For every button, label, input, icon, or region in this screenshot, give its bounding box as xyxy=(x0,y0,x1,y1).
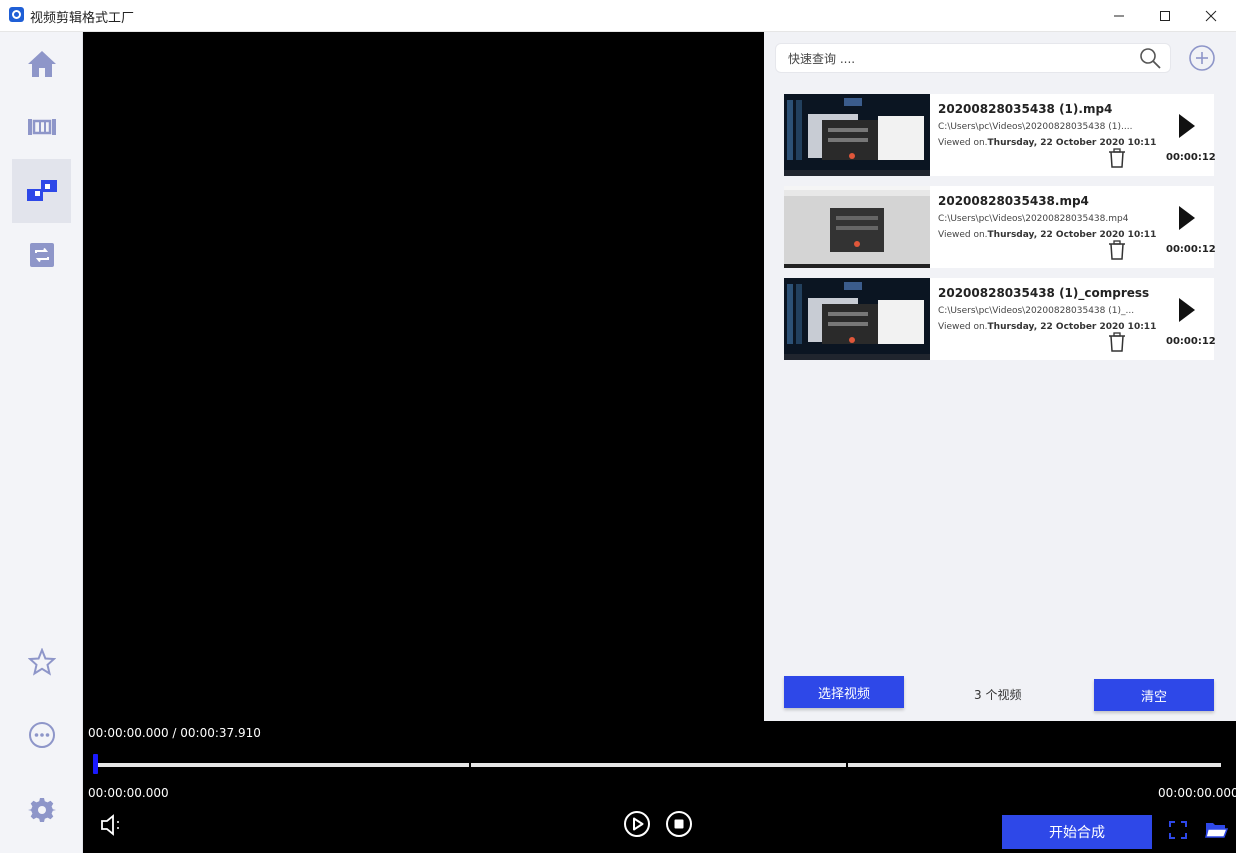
video-path: C:\Users\pc\Videos\20200828035438.mp4 xyxy=(938,214,1129,224)
play-icon xyxy=(1179,114,1195,138)
play-button[interactable] xyxy=(623,810,651,838)
stop-circle-icon xyxy=(666,811,692,837)
end-time: 00:00:00.000 xyxy=(1158,786,1236,800)
sidebar-item-more[interactable] xyxy=(12,703,71,767)
start-time: 00:00:00.000 xyxy=(88,786,169,800)
trash-icon xyxy=(1109,332,1125,352)
video-path: C:\Users\pc\Videos\20200828035438 (1)...… xyxy=(938,122,1133,132)
video-title: 20200828035438 (1).mp4 xyxy=(938,102,1113,116)
trash-icon xyxy=(1109,240,1125,260)
video-item[interactable]: 20200828035438 (1).mp4 C:\Users\pc\Video… xyxy=(784,94,1216,176)
video-item[interactable]: 20200828035438.mp4 C:\Users\pc\Videos\20… xyxy=(784,186,1216,268)
sidebar-item-trim[interactable] xyxy=(12,95,71,159)
sidebar-item-convert[interactable] xyxy=(12,223,71,287)
volume-button[interactable] xyxy=(98,812,124,838)
sidebar-item-home[interactable] xyxy=(12,32,71,96)
fullscreen-icon xyxy=(1169,821,1187,839)
minimize-icon xyxy=(1114,15,1124,17)
add-video-button[interactable] xyxy=(1188,44,1216,72)
video-thumbnail xyxy=(784,186,930,268)
stop-button[interactable] xyxy=(665,810,693,838)
delete-button[interactable] xyxy=(1108,240,1126,260)
video-viewed: Viewed on.Thursday, 22 October 2020 10:1… xyxy=(938,138,1157,148)
select-video-button[interactable]: 选择视频 xyxy=(784,676,904,708)
title-bar: 视频剪辑格式工厂 xyxy=(0,0,1236,32)
sidebar-item-favorite[interactable] xyxy=(12,630,71,694)
play-video-button[interactable] xyxy=(1176,204,1198,232)
minimize-button[interactable] xyxy=(1096,0,1142,32)
merge-blocks-icon xyxy=(26,180,57,201)
search-input[interactable] xyxy=(788,50,1118,68)
sidebar-item-merge[interactable] xyxy=(12,159,71,223)
search-icon[interactable] xyxy=(1138,46,1162,70)
window-title: 视频剪辑格式工厂 xyxy=(30,11,135,26)
video-count: 3 个视频 xyxy=(974,688,1022,702)
fullscreen-button[interactable] xyxy=(1166,818,1190,842)
trash-icon xyxy=(1109,148,1125,168)
video-title: 20200828035438.mp4 xyxy=(938,194,1089,208)
more-icon xyxy=(28,722,55,748)
delete-button[interactable] xyxy=(1108,332,1126,352)
time-display: 00:00:00.000 / 00:00:37.910 xyxy=(88,726,261,740)
maximize-button[interactable] xyxy=(1142,0,1188,32)
video-thumbnail xyxy=(784,278,930,360)
gear-icon xyxy=(27,798,56,822)
video-title: 20200828035438 (1)_compress xyxy=(938,286,1150,300)
maximize-icon xyxy=(1160,11,1170,21)
video-thumbnail xyxy=(784,94,930,176)
video-viewed: Viewed on.Thursday, 22 October 2020 10:1… xyxy=(938,322,1157,332)
plus-circle-icon xyxy=(1189,45,1215,71)
home-icon xyxy=(27,51,56,77)
video-item[interactable]: 20200828035438 (1)_compress C:\Users\pc\… xyxy=(784,278,1216,360)
star-icon xyxy=(27,648,56,676)
segment-divider xyxy=(846,760,848,770)
play-icon xyxy=(1179,206,1195,230)
speaker-icon xyxy=(101,814,119,836)
open-folder-button[interactable] xyxy=(1202,816,1230,844)
convert-icon xyxy=(29,243,54,267)
start-merge-button[interactable]: 开始合成 xyxy=(1002,815,1152,849)
clear-button[interactable]: 清空 xyxy=(1094,679,1214,711)
close-button[interactable] xyxy=(1188,0,1234,32)
video-viewed: Viewed on.Thursday, 22 October 2020 10:1… xyxy=(938,230,1157,240)
playhead-handle[interactable] xyxy=(93,754,98,774)
segment-divider xyxy=(469,760,471,770)
sidebar-item-settings[interactable] xyxy=(12,778,71,842)
search-box xyxy=(775,43,1171,73)
app-logo-icon xyxy=(9,7,24,22)
video-duration: 00:00:12 xyxy=(1166,336,1216,347)
close-icon xyxy=(1205,10,1217,22)
timeline-track[interactable] xyxy=(95,763,1221,767)
folder-open-icon xyxy=(1205,823,1228,838)
play-video-button[interactable] xyxy=(1176,112,1198,140)
video-path: C:\Users\pc\Videos\20200828035438 (1)_..… xyxy=(938,306,1135,316)
sidebar xyxy=(0,32,83,853)
play-circle-icon xyxy=(624,811,650,837)
video-duration: 00:00:12 xyxy=(1166,244,1216,255)
play-icon xyxy=(1179,298,1195,322)
video-duration: 00:00:12 xyxy=(1166,152,1216,163)
delete-button[interactable] xyxy=(1108,148,1126,168)
play-video-button[interactable] xyxy=(1176,296,1198,324)
film-trim-icon xyxy=(27,119,56,135)
